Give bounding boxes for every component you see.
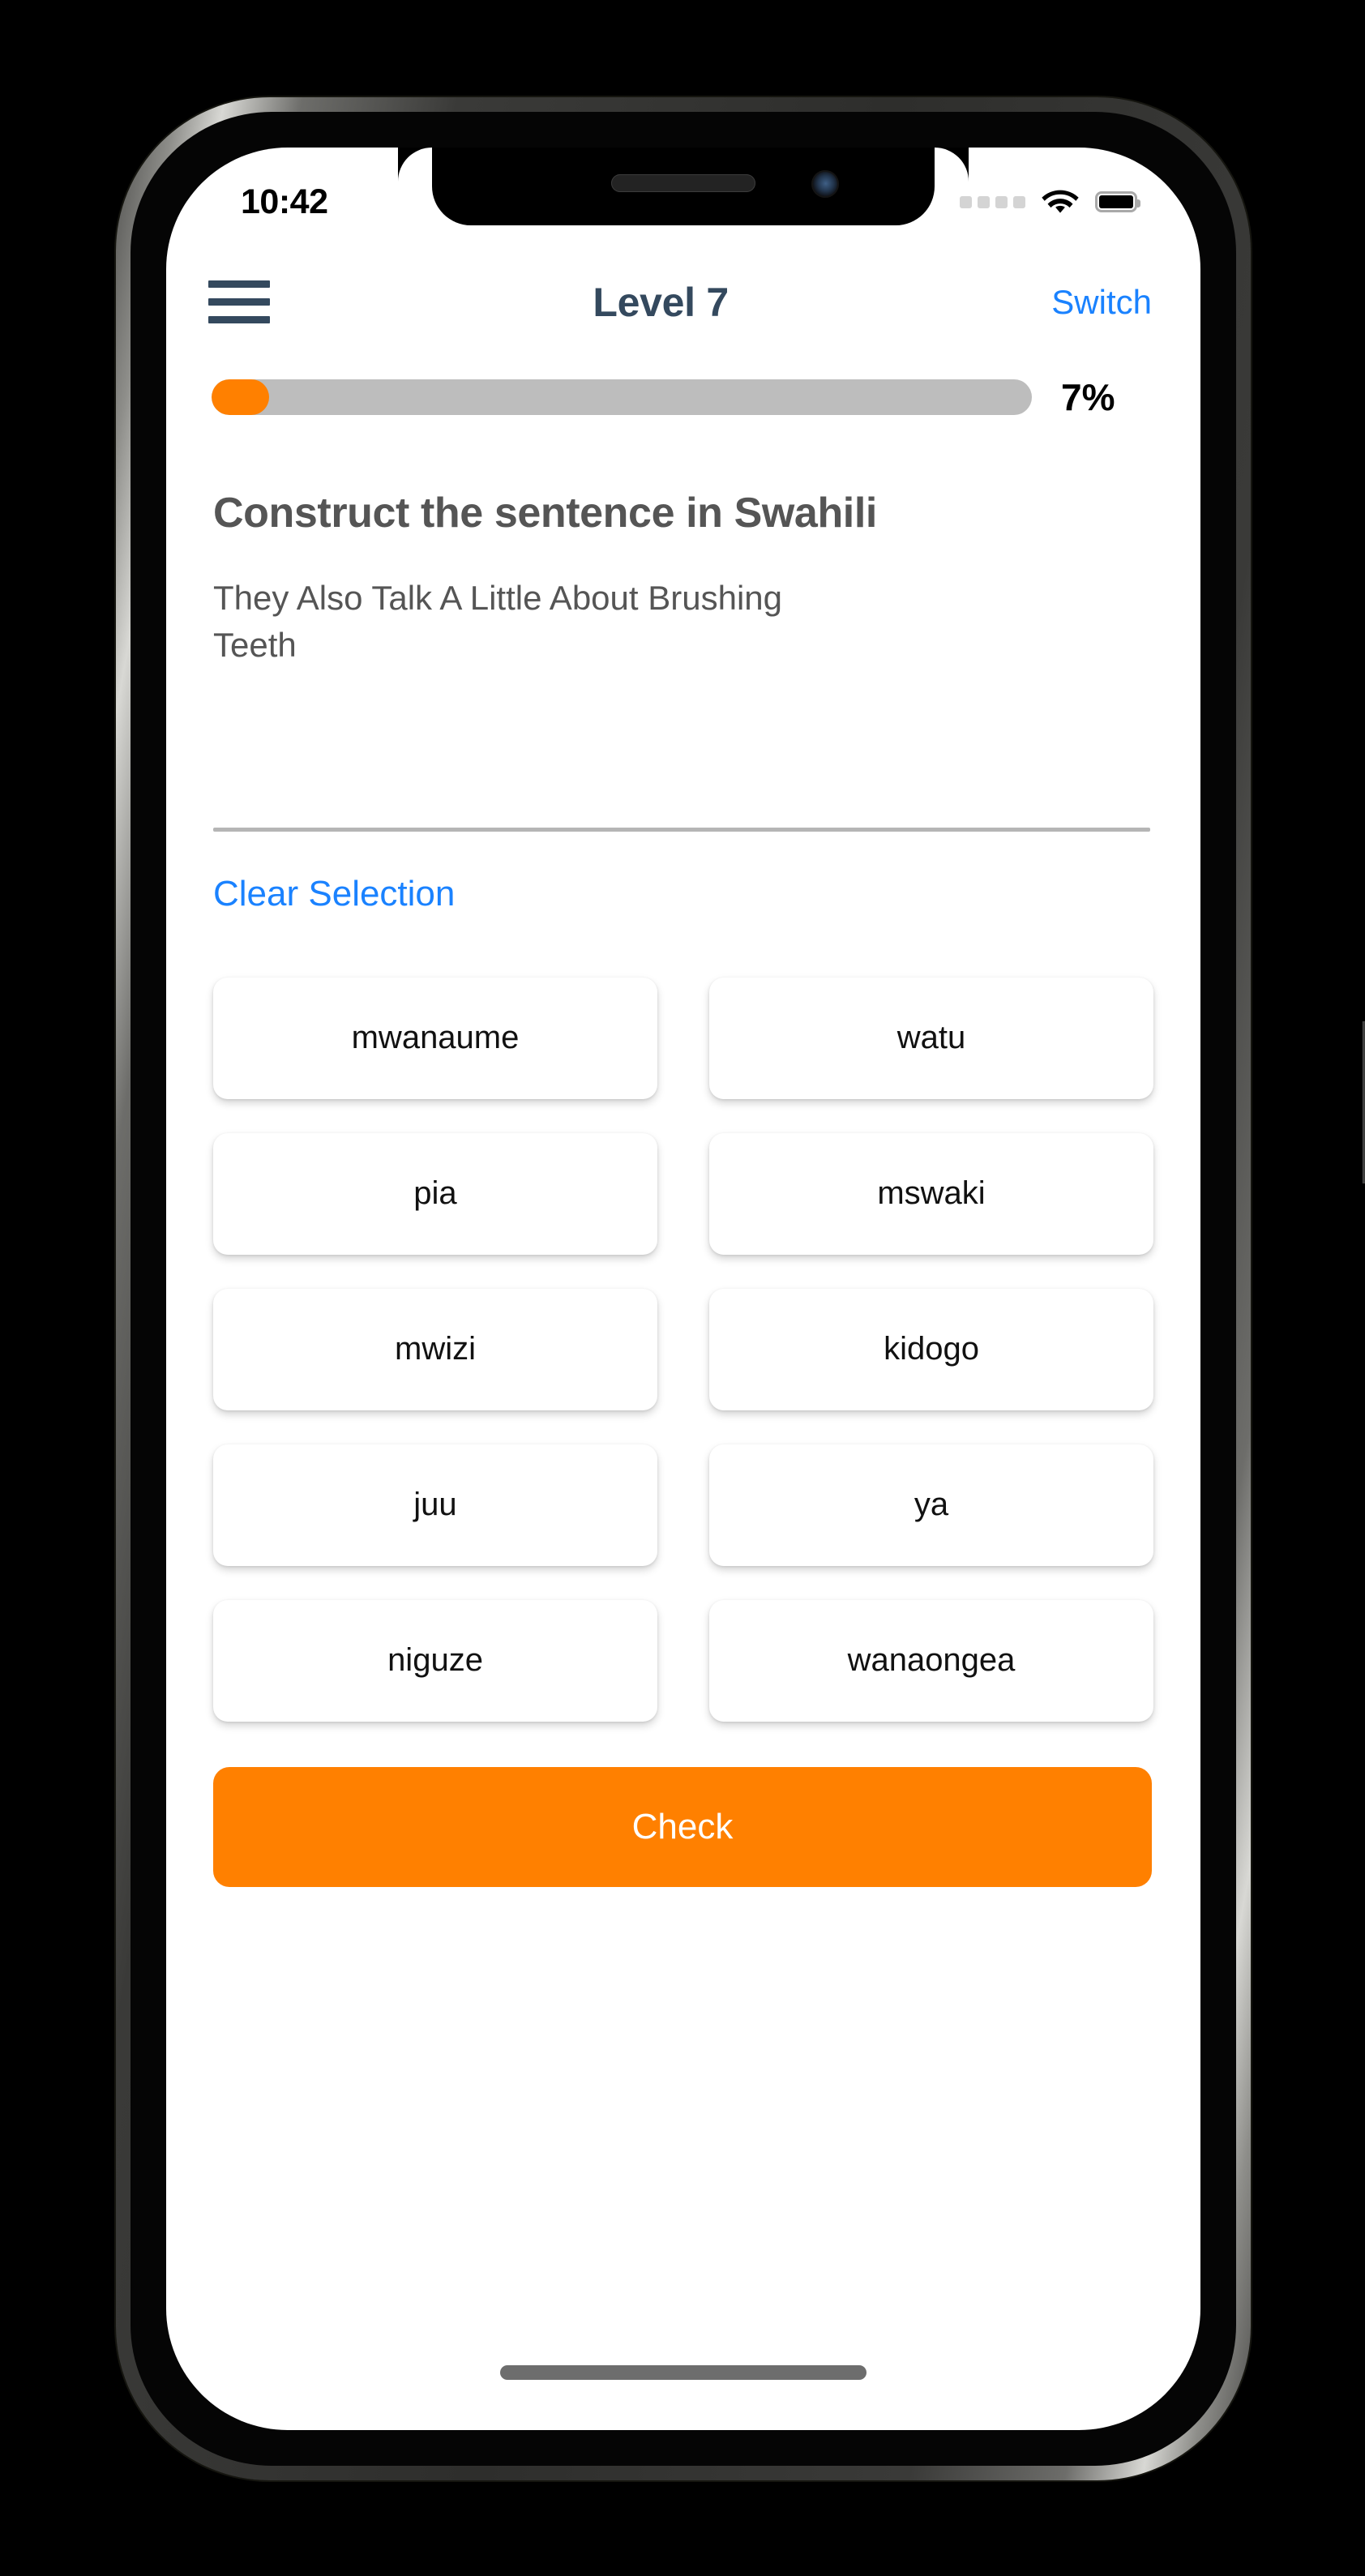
hamburger-menu-icon[interactable] bbox=[208, 274, 270, 330]
phone-bezel: 10:42 Level 7 Switch 7% Construct the se… bbox=[131, 112, 1236, 2466]
word-tile[interactable]: ya bbox=[709, 1444, 1153, 1566]
word-tile[interactable]: wanaongea bbox=[709, 1599, 1153, 1722]
progress-percent-label: 7% bbox=[1061, 376, 1115, 418]
exercise-sentence: They Also Talk A Little About Brushing T… bbox=[213, 579, 783, 664]
wifi-icon bbox=[1042, 190, 1079, 213]
word-tile[interactable]: mswaki bbox=[709, 1132, 1153, 1255]
app-content: Level 7 Switch 7% Construct the sentence… bbox=[166, 245, 1200, 2430]
page-title: Level 7 bbox=[593, 279, 729, 325]
app-header: Level 7 Switch bbox=[166, 245, 1200, 338]
answer-slot[interactable] bbox=[166, 669, 1200, 828]
word-tile[interactable]: mwanaume bbox=[213, 977, 657, 1099]
word-tiles-grid: mwanaume watu pia mswaki mwizi kidogo juu ya nig… bbox=[166, 977, 1200, 1722]
word-tile[interactable]: mwizi bbox=[213, 1288, 657, 1410]
progress-row: 7% bbox=[166, 338, 1200, 419]
status-bar: 10:42 bbox=[166, 148, 1200, 245]
word-tile[interactable]: watu bbox=[709, 977, 1153, 1099]
status-time: 10:42 bbox=[241, 182, 328, 221]
cellular-dots-icon bbox=[960, 195, 1025, 208]
word-tile[interactable]: juu bbox=[213, 1444, 657, 1566]
word-tile[interactable]: pia bbox=[213, 1132, 657, 1255]
progress-bar-track bbox=[212, 379, 1032, 415]
switch-button[interactable]: Switch bbox=[1051, 283, 1152, 322]
prompt-block: Construct the sentence in Swahili They A… bbox=[166, 419, 1200, 669]
phone-screen: 10:42 Level 7 Switch 7% Construct the se… bbox=[166, 148, 1200, 2430]
phone-frame: 10:42 Level 7 Switch 7% Construct the se… bbox=[116, 97, 1365, 2480]
word-tile[interactable]: kidogo bbox=[709, 1288, 1153, 1410]
progress-bar-fill bbox=[212, 379, 269, 415]
clear-selection-button[interactable]: Clear Selection bbox=[166, 832, 455, 914]
battery-full-icon bbox=[1095, 191, 1140, 212]
status-indicators bbox=[960, 188, 1140, 216]
check-button[interactable]: Check bbox=[213, 1766, 1152, 1887]
screenshot-stage: 10:42 Level 7 Switch 7% Construct the se… bbox=[0, 0, 1365, 2576]
word-tile[interactable]: niguze bbox=[213, 1599, 657, 1722]
home-indicator[interactable] bbox=[500, 2365, 866, 2380]
exercise-heading: Construct the sentence in Swahili bbox=[213, 490, 877, 537]
